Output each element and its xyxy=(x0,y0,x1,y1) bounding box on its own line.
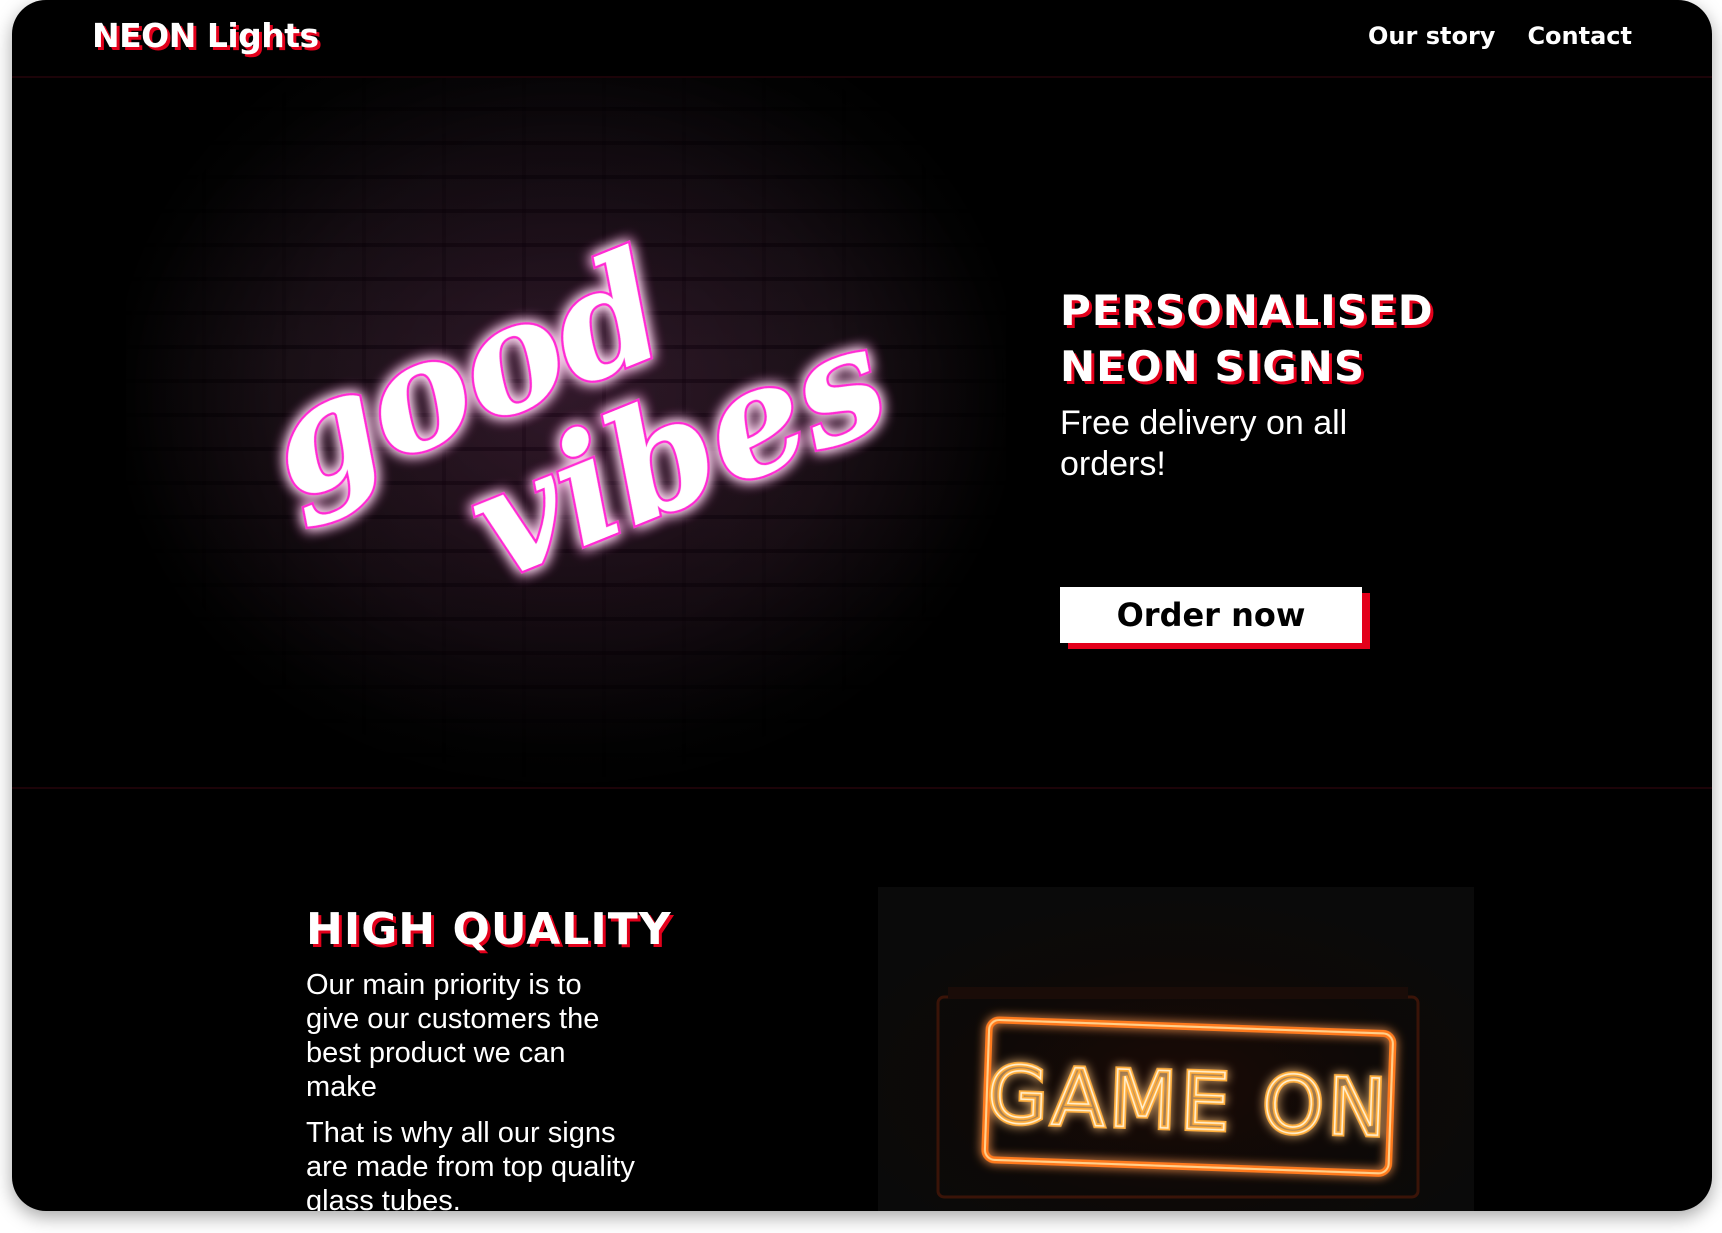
quality-text-block: HIGH QUALITY Our main priority is to giv… xyxy=(306,904,672,1211)
quality-paragraph-2: That is why all our signs are made from … xyxy=(306,1117,635,1211)
hero-text-block: PERSONALISED NEON SIGNS Free delivery on… xyxy=(1060,283,1480,643)
site-logo[interactable]: NEON Lights xyxy=(92,16,319,55)
hero-subtitle: Free delivery on all orders! xyxy=(1060,404,1348,483)
neon-game-on-sign-image: GAME ON GAME ON xyxy=(878,887,1474,1211)
hero-title-line2: NEON SIGNS xyxy=(1060,342,1366,391)
game-on-sign-graphic: GAME ON GAME ON xyxy=(936,987,1420,1199)
nav-link-contact[interactable]: Contact xyxy=(1527,22,1632,50)
hero-section: good vibes PERSONALISED NEON SIGNS Free … xyxy=(12,78,1712,789)
quality-paragraph-1: Our main priority is to give our custome… xyxy=(306,969,600,1103)
hero-title: PERSONALISED NEON SIGNS xyxy=(1060,283,1480,395)
sign-text-game-on-core: GAME ON xyxy=(986,1051,1392,1155)
neon-good-vibes-sign-image: good vibes xyxy=(126,78,1006,787)
neon-sign-graphic: good vibes xyxy=(126,78,1006,787)
quality-title: HIGH QUALITY xyxy=(306,904,672,955)
hero-title-line1: PERSONALISED xyxy=(1060,286,1434,335)
browser-page: NEON Lights Our story Contact good vibes… xyxy=(12,0,1712,1211)
main-nav: Our story Contact xyxy=(1368,22,1632,50)
order-now-button[interactable]: Order now xyxy=(1060,587,1362,643)
site-header: NEON Lights Our story Contact xyxy=(12,0,1712,78)
quality-section: HIGH QUALITY Our main priority is to giv… xyxy=(12,789,1712,1211)
nav-link-our-story[interactable]: Our story xyxy=(1368,22,1495,50)
